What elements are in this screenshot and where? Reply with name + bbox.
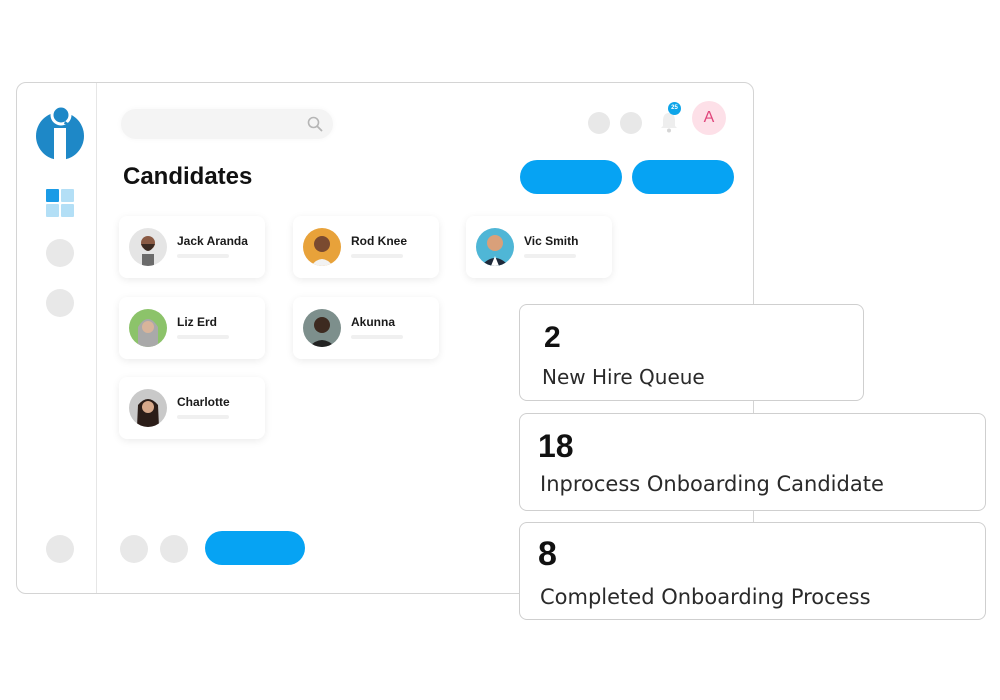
candidate-avatar (129, 228, 167, 266)
candidate-name: Rod Knee (351, 234, 408, 248)
candidate-avatar (303, 309, 341, 347)
candidate-card[interactable]: Rod Knee (293, 216, 439, 278)
stat-value: 2 (544, 321, 561, 354)
candidate-card[interactable]: Jack Aranda (119, 216, 265, 278)
candidate-name: Akunna (351, 315, 396, 329)
candidate-avatar (476, 228, 514, 266)
candidate-subtitle-placeholder (177, 335, 229, 339)
header-action-placeholder-icon[interactable] (620, 112, 642, 134)
candidate-card[interactable]: Akunna (293, 297, 439, 359)
header-action-placeholder-icon[interactable] (588, 112, 610, 134)
stat-label: Completed Onboarding Process (540, 585, 871, 609)
dashboard-grid-icon[interactable] (46, 189, 74, 217)
candidate-name: Charlotte (177, 395, 230, 409)
candidate-subtitle-placeholder (524, 254, 576, 258)
search-input[interactable] (121, 109, 333, 139)
candidate-subtitle-placeholder (351, 335, 403, 339)
stat-label: New Hire Queue (542, 365, 705, 389)
sidebar-nav-placeholder-icon[interactable] (46, 289, 74, 317)
stat-value: 18 (538, 428, 574, 464)
candidate-subtitle-placeholder (177, 415, 229, 419)
sidebar-nav-placeholder-icon[interactable] (46, 239, 74, 267)
stat-value: 8 (538, 535, 557, 573)
candidate-card[interactable]: Vic Smith (466, 216, 612, 278)
candidate-card[interactable]: Liz Erd (119, 297, 265, 359)
search-icon[interactable] (307, 116, 323, 132)
app-logo-icon[interactable] (35, 103, 85, 161)
candidate-avatar (129, 389, 167, 427)
footer-action-button[interactable] (205, 531, 305, 565)
notification-badge: 25 (668, 102, 681, 115)
user-avatar[interactable]: A (692, 101, 726, 135)
candidate-subtitle-placeholder (351, 254, 403, 258)
candidate-name: Liz Erd (177, 315, 218, 329)
footer-placeholder-icon[interactable] (120, 535, 148, 563)
primary-action-button[interactable] (520, 160, 622, 194)
candidate-avatar (303, 228, 341, 266)
page-title: Candidates (123, 163, 253, 190)
candidate-subtitle-placeholder (177, 254, 229, 258)
candidate-card[interactable]: Charlotte (119, 377, 265, 439)
footer-placeholder-icon[interactable] (160, 535, 188, 563)
stat-label: Inprocess Onboarding Candidate (540, 472, 884, 496)
stat-card-completed-onboarding[interactable]: 8 Completed Onboarding Process (519, 522, 986, 620)
stat-card-inprocess-onboarding[interactable]: 18 Inprocess Onboarding Candidate (519, 413, 986, 511)
candidate-name: Jack Aranda (177, 234, 248, 248)
candidate-avatar (129, 309, 167, 347)
sidebar (17, 83, 97, 593)
candidate-name: Vic Smith (524, 234, 579, 248)
stat-card-new-hire-queue[interactable]: 2 New Hire Queue (519, 304, 864, 401)
sidebar-settings-placeholder-icon[interactable] (46, 535, 74, 563)
secondary-action-button[interactable] (632, 160, 734, 194)
